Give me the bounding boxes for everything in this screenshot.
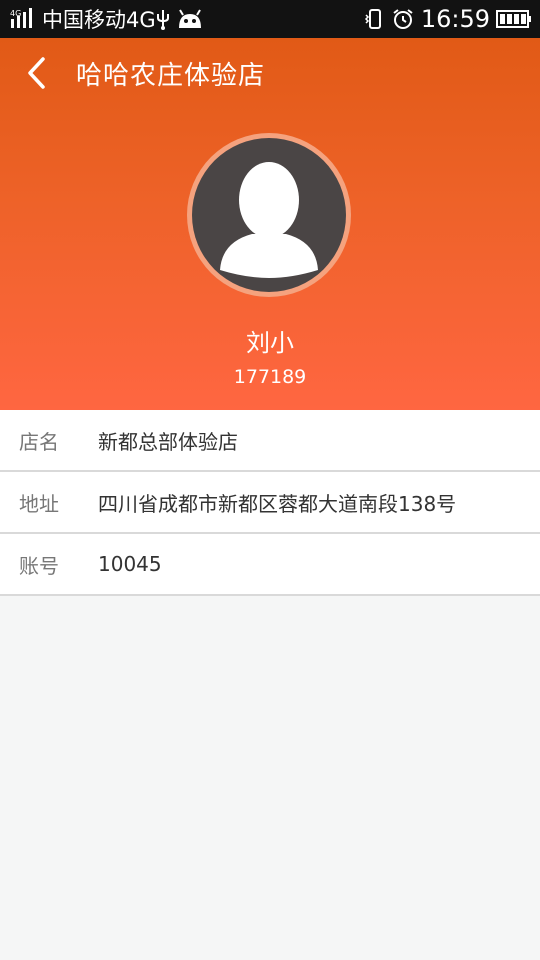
vibrate-icon (363, 7, 387, 31)
chevron-left-icon (25, 56, 47, 90)
usb-icon (156, 8, 170, 30)
account-label: 账号 (19, 553, 59, 578)
account-value: 10045 (98, 552, 162, 576)
user-silhouette-icon (192, 138, 346, 292)
user-name: 刘小 (246, 329, 294, 357)
user-id: 177189 (233, 366, 307, 388)
status-bar: 4G 中国移动4G 16:59 (0, 0, 540, 38)
alarm-icon (391, 7, 415, 31)
status-bar-left: 4G 中国移动4G (10, 4, 204, 34)
address-value: 四川省成都市新都区蓉都大道南段138号 (98, 491, 457, 516)
address-label: 地址 (19, 491, 59, 516)
list-item-address: 地址 四川省成都市新都区蓉都大道南段138号 (0, 472, 540, 534)
list-item-store-name: 店名 新都总部体验店 (0, 410, 540, 472)
store-name-label: 店名 (19, 429, 59, 454)
signal-icon: 4G (10, 8, 36, 30)
avatar-image (192, 138, 346, 292)
status-time: 16:59 (420, 5, 490, 33)
status-bar-right: 16:59 (363, 5, 532, 33)
android-icon (176, 8, 204, 30)
store-info-list: 店名 新都总部体验店 地址 四川省成都市新都区蓉都大道南段138号 账号 100… (0, 410, 540, 596)
list-item-account: 账号 10045 (0, 534, 540, 596)
profile-header: 哈哈农庄体验店 刘小 177189 (0, 38, 540, 410)
carrier-label: 中国移动4G (42, 8, 156, 32)
nav-bar: 哈哈农庄体验店 (0, 38, 540, 108)
store-name-value: 新都总部体验店 (98, 429, 238, 454)
page-title: 哈哈农庄体验店 (76, 60, 266, 91)
avatar[interactable] (187, 133, 351, 297)
back-button[interactable] (10, 38, 62, 108)
battery-icon (496, 9, 532, 29)
